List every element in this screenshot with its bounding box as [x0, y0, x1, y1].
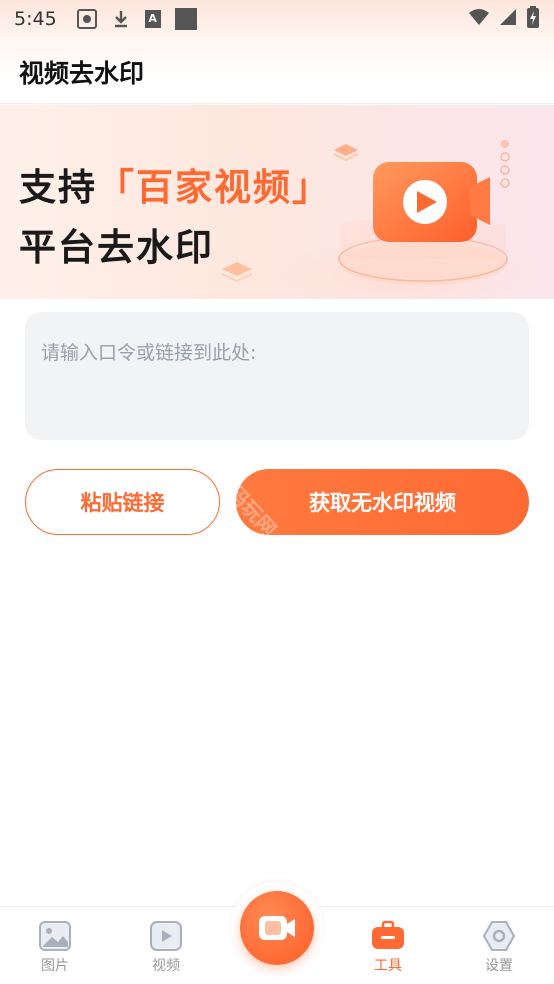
promo-banner: 支持「百家视频」 平台去水印	[0, 105, 554, 299]
nav-item-tools[interactable]: 工具	[348, 919, 428, 979]
paste-link-button[interactable]: 粘贴链接	[25, 469, 220, 535]
nav-label-images: 图片	[41, 958, 69, 974]
nav-item-videos[interactable]: 视频	[126, 919, 206, 979]
square-icon	[174, 8, 197, 30]
record-fab-button[interactable]	[240, 891, 314, 965]
screen-record-icon	[76, 9, 97, 29]
nav-label-videos: 视频	[152, 958, 180, 974]
image-icon	[39, 921, 71, 951]
status-icons-right	[468, 6, 540, 32]
battery-icon	[526, 6, 540, 32]
camera-record-icon	[259, 916, 295, 940]
banner-headline: 支持「百家视频」	[19, 157, 331, 211]
settings-icon	[483, 921, 515, 951]
status-bar: 5:45 A	[0, 0, 554, 38]
status-icons-left: A	[76, 8, 197, 30]
nav-item-settings[interactable]: 设置	[459, 919, 539, 979]
nav-item-images[interactable]: 图片	[15, 919, 95, 979]
wifi-icon	[468, 7, 490, 31]
video-play-icon	[150, 921, 182, 951]
link-input[interactable]	[25, 312, 529, 440]
banner-headline-highlight: 「百家视频」	[97, 166, 331, 209]
page-title: 视频去水印	[19, 59, 145, 88]
banner-subheadline: 平台去水印	[19, 226, 214, 269]
font-icon: A	[144, 10, 161, 28]
signal-icon	[498, 7, 518, 31]
nav-label-settings: 设置	[485, 958, 513, 974]
app-header: 视频去水印	[0, 38, 554, 104]
download-icon	[111, 9, 131, 29]
status-time: 5:45	[14, 8, 57, 30]
banner-headline-prefix: 支持	[19, 166, 97, 209]
nav-label-tools: 工具	[374, 958, 402, 974]
toolbox-icon	[372, 920, 404, 949]
